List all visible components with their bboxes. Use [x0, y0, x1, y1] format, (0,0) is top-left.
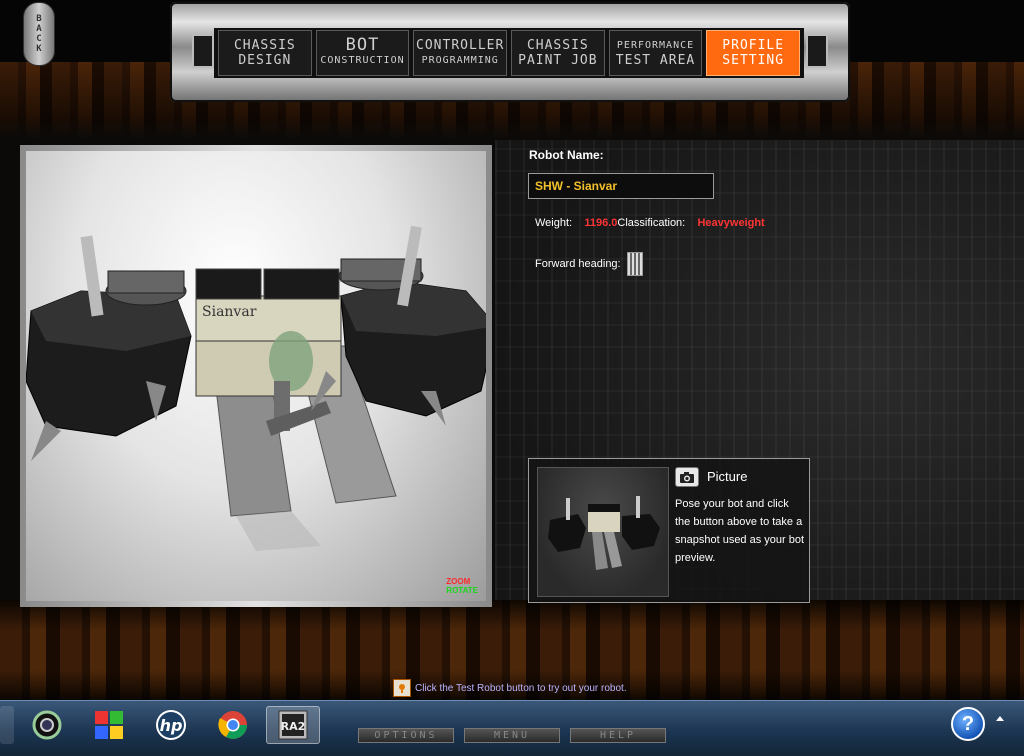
- classification-value: Heavyweight: [697, 217, 765, 229]
- hint-text: Click the Test Robot button to try out y…: [415, 682, 627, 694]
- tab-label-line2: CONSTRUCTION: [320, 55, 405, 66]
- nav-frame-left-clamp: [192, 34, 214, 68]
- zoom-rotate-indicator[interactable]: ZOOM ROTATE: [446, 577, 478, 595]
- back-button[interactable]: BACK: [23, 2, 55, 66]
- robot-model-render: Sianvar: [26, 225, 486, 551]
- nav-frame-right-clamp: [806, 34, 828, 68]
- bot-preview-render: [548, 496, 660, 570]
- tab-label-line1: PERFORMANCE: [616, 40, 695, 51]
- options-button[interactable]: OPTIONS: [358, 728, 454, 743]
- game-bottom-menu: OPTIONS MENU HELP: [358, 728, 666, 743]
- forward-heading-control[interactable]: [626, 252, 643, 276]
- tab-controller-programming[interactable]: CONTROLLER PROGRAMMING: [413, 30, 508, 76]
- ra2-icon: RA2: [278, 710, 308, 740]
- hp-logo-icon: hp: [156, 710, 186, 740]
- chrome-icon: [218, 711, 247, 739]
- taskbar-ra2-app[interactable]: RA2: [266, 706, 320, 744]
- taskbar-webcam-app[interactable]: [20, 706, 74, 744]
- tab-chassis-design[interactable]: CHASSIS DESIGN: [218, 30, 312, 76]
- tab-label-line2: TEST AREA: [615, 53, 696, 68]
- robot-3d-viewport[interactable]: Sianvar ZOOM ROTATE: [26, 151, 486, 601]
- forward-heading-row: Forward heading:: [535, 252, 643, 276]
- tab-bot-construction[interactable]: BOT CONSTRUCTION: [315, 30, 410, 76]
- taskbar-chrome[interactable]: [206, 706, 260, 744]
- taskbar-edge-item[interactable]: [0, 706, 14, 744]
- bot-texture-text: Sianvar: [202, 304, 257, 320]
- tab-label-line2: DESIGN: [238, 53, 292, 68]
- picture-panel: Picture Pose your bot and click the butt…: [528, 458, 810, 603]
- robot-viewport-frame: Sianvar ZOOM ROTATE: [20, 145, 492, 607]
- picture-description: Pose your bot and click the button above…: [675, 498, 805, 564]
- picture-title: Picture: [707, 469, 748, 484]
- tips-icon: [393, 679, 411, 697]
- nav-tabs: CHASSIS DESIGN BOT CONSTRUCTION CONTROLL…: [214, 28, 804, 78]
- take-picture-button[interactable]: [675, 467, 699, 487]
- taskbar-hp-app[interactable]: hp: [144, 706, 198, 744]
- hp-logo-text: hp: [160, 716, 183, 735]
- top-navigation: CHASSIS DESIGN BOT CONSTRUCTION CONTROLL…: [170, 2, 850, 102]
- back-button-label: BACK: [34, 14, 44, 54]
- robot-stats: Weight: 1196.0Classification: Heavyweigh…: [535, 217, 765, 229]
- tab-label-line2: PAINT JOB: [518, 53, 598, 68]
- tray-expand-icon[interactable]: [996, 716, 1004, 721]
- help-button[interactable]: HELP: [570, 728, 666, 743]
- taskbar-colorful-app[interactable]: [82, 706, 136, 744]
- tab-label-line1: CHASSIS: [526, 38, 589, 53]
- rotate-label: ROTATE: [446, 586, 478, 595]
- tab-label-line1: BOT: [345, 35, 380, 55]
- tips-glyph: [399, 684, 405, 693]
- tab-label-line2: SETTING: [722, 53, 785, 68]
- tab-label-line1: CHASSIS: [233, 38, 296, 53]
- classification-label: Classification:: [617, 217, 686, 229]
- bot-preview-thumbnail: [537, 467, 669, 597]
- zoom-label: ZOOM: [446, 577, 471, 586]
- forward-heading-label: Forward heading:: [535, 258, 621, 270]
- tab-label-line1: PROFILE: [722, 38, 785, 53]
- weight-value: 1196.0: [584, 217, 618, 229]
- weight-label: Weight:: [535, 217, 573, 229]
- webcam-icon: [32, 710, 62, 740]
- tab-label-line1: CONTROLLER: [416, 38, 505, 53]
- menu-button[interactable]: MENU: [464, 728, 560, 743]
- camera-icon: [680, 471, 694, 483]
- puzzle-app-icon: [95, 711, 123, 739]
- tab-chassis-paint-job[interactable]: CHASSIS PAINT JOB: [511, 30, 605, 76]
- status-hint: Click the Test Robot button to try out y…: [393, 679, 627, 697]
- help-question-icon[interactable]: ?: [951, 707, 985, 741]
- tab-profile-setting[interactable]: PROFILE SETTING: [706, 30, 801, 76]
- tab-performance-test-area[interactable]: PERFORMANCE TEST AREA: [608, 30, 703, 76]
- tab-label-line2: PROGRAMMING: [421, 55, 499, 66]
- robot-name-label: Robot Name:: [529, 148, 604, 162]
- ra2-label: RA2: [281, 720, 306, 733]
- robot-name-input[interactable]: [528, 173, 714, 199]
